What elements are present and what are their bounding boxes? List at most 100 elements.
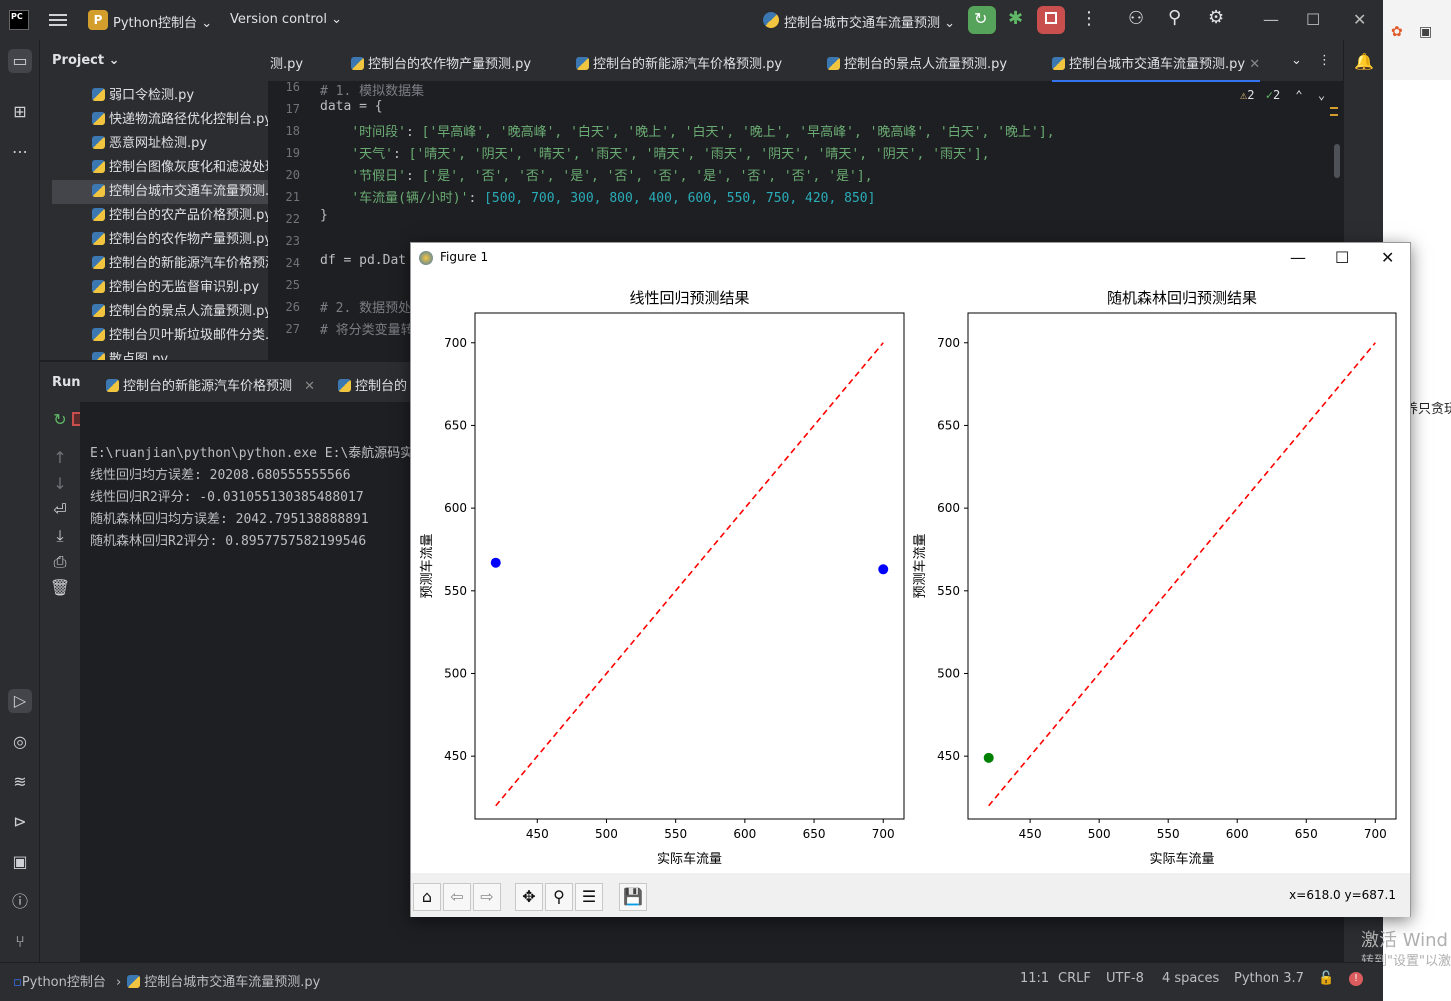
breadcrumb[interactable]: ▫Python控制台 › 控制台城市交通车流量预测.py — [13, 971, 320, 990]
more-tools-icon[interactable]: ⋯ — [8, 140, 32, 164]
back-icon[interactable]: ⇦ — [443, 883, 471, 911]
minimize-icon[interactable]: — — [1290, 248, 1306, 267]
python-interpreter[interactable]: Python 3.7 — [1234, 971, 1304, 986]
rerun-button[interactable]: ↻ — [968, 6, 996, 34]
file-tree-item[interactable]: 恶意网址检测.py — [52, 132, 268, 156]
add-user-icon[interactable]: ⚇ — [1128, 8, 1144, 29]
y-axis-label: 预测车流量 — [419, 533, 435, 598]
close-icon[interactable]: ✕ — [1381, 248, 1394, 267]
reader-icon[interactable]: ▣ — [1419, 24, 1432, 40]
problems-icon[interactable]: ⓘ — [8, 890, 32, 914]
left-tool-strip: ▭ ⊞ ⋯ ▷ ◎ ≋ ⊳ ▣ ⓘ ⑂ — [0, 40, 40, 962]
figure-canvas[interactable]: 线性回归预测结果实际车流量 预测车流量 450 500 550 600 650 700 450 5… — [411, 273, 1410, 873]
file-tree-item[interactable]: 控制台的景点人流量预测.py — [52, 300, 268, 324]
console-line: E:\ruanjian\python\python.exe E:\泰航源码实 — [90, 446, 414, 461]
close-tab-icon[interactable]: ✕ — [1249, 57, 1260, 72]
console-line: 随机森林回归R2评分: 0.8957757582199546 — [90, 534, 367, 549]
vcs-dropdown[interactable]: Version control ⌄ — [230, 12, 342, 27]
layers-icon[interactable]: ≋ — [8, 770, 32, 794]
indent-setting[interactable]: 4 spaces — [1162, 971, 1219, 986]
file-tree-label: 控制台的农产品价格预测.py — [109, 208, 268, 223]
file-tree-item[interactable]: 散点图.py — [52, 348, 268, 360]
scroll-to-end-icon[interactable]: ⤓ — [48, 524, 72, 548]
maximize-icon[interactable]: ☐ — [1306, 10, 1320, 29]
run-config-dropdown[interactable]: 控制台城市交通车流量预测 ⌄ — [784, 12, 955, 31]
caret-position[interactable]: 11:1 — [1020, 971, 1049, 986]
soft-wrap-icon[interactable]: ⏎ — [48, 498, 72, 522]
editor-tab[interactable]: 控制台的农作物产量预测.py — [351, 53, 531, 72]
file-tree-item[interactable]: 控制台的无监督审识别.py — [52, 276, 268, 300]
run-tab[interactable]: 控制台的 — [338, 375, 407, 394]
chart-1: 线性回归预测结果实际车流量 预测车流量 450 500 550 600 650 700 450 5… — [419, 289, 905, 867]
file-tree-item[interactable]: 控制台的新能源汽车价格预测.py — [52, 252, 268, 276]
file-tree-item[interactable]: 快递物流路径优化控制台.py — [52, 108, 268, 132]
notifications-bell-icon[interactable]: 🔔 — [1352, 50, 1376, 74]
git-icon[interactable]: ⑂ — [8, 930, 32, 954]
project-panel-title[interactable]: Project ⌄ — [52, 53, 120, 68]
maximize-icon[interactable]: ☐ — [1335, 248, 1349, 267]
more-actions-icon[interactable]: ⋮ — [1080, 8, 1098, 29]
extension-icon[interactable]: ✿ — [1391, 24, 1403, 40]
close-icon[interactable]: ✕ — [1353, 10, 1366, 29]
file-tree-item[interactable]: 控制台城市交通车流量预测.py — [52, 180, 268, 204]
main-menu-icon[interactable] — [49, 11, 67, 29]
forward-icon[interactable]: ⇨ — [473, 883, 501, 911]
code-line: data = { — [320, 99, 383, 114]
save-icon[interactable]: 💾 — [619, 883, 647, 911]
close-tab-icon[interactable]: ✕ — [304, 379, 315, 394]
search-icon[interactable]: ⚲ — [1168, 7, 1181, 28]
inspection-widget[interactable]: ⚠2 ✓2 ⌃ ⌄ — [1240, 88, 1325, 102]
file-tree-item[interactable]: 控制台的农作物产量预测.py — [52, 228, 268, 252]
trash-icon[interactable]: 🗑 — [48, 576, 72, 600]
y-tick-label: 600 — [444, 501, 467, 515]
editor-tab-active[interactable]: 控制台城市交通车流量预测.py ✕ — [1052, 53, 1261, 83]
y-axis-label: 预测车流量 — [912, 533, 928, 598]
pan-icon[interactable]: ✥ — [515, 883, 543, 911]
x-tick-label: 550 — [1157, 827, 1180, 841]
project-folder-icon[interactable]: ▭ — [8, 49, 32, 73]
activation-watermark: 激活 Wind — [1361, 930, 1448, 951]
project-badge[interactable]: P — [88, 10, 108, 30]
editor-scrollbar[interactable] — [1334, 144, 1340, 178]
x-tick-label: 550 — [664, 827, 687, 841]
code-line: '时间段': ['早高峰', '晚高峰', '白天', '晚上', '白天', … — [351, 125, 1055, 140]
file-tree-label: 控制台的农作物产量预测.py — [109, 232, 268, 247]
lock-icon[interactable]: 🔓 — [1318, 971, 1334, 986]
structure-icon[interactable]: ⊞ — [8, 100, 32, 124]
services-icon[interactable]: ⊳ — [8, 810, 32, 834]
project-name-dropdown[interactable]: Python控制台 ⌄ — [113, 12, 212, 31]
code-line: # 2. 数据预处 — [320, 301, 412, 316]
check-icon: ✓ — [1265, 88, 1273, 102]
tab-more-icon[interactable]: ⋮ — [1318, 53, 1331, 68]
editor-tab[interactable]: 控制台的新能源汽车价格预测.py — [576, 53, 782, 72]
settings-gear-icon[interactable]: ⚙ — [1208, 7, 1224, 28]
editor-tab[interactable]: 控制台的景点人流量预测.py — [827, 53, 1007, 72]
file-tree-item[interactable]: 控制台贝叶斯垃圾邮件分类.py — [52, 324, 268, 348]
run-tool-icon[interactable]: ▷ — [8, 689, 32, 713]
python-file-icon — [827, 57, 840, 70]
home-icon[interactable]: ⌂ — [413, 883, 441, 911]
python-file-icon — [92, 208, 105, 221]
rerun-icon[interactable]: ↻ — [48, 408, 72, 432]
python-console-icon[interactable]: ◎ — [8, 730, 32, 754]
minimize-icon[interactable]: — — [1263, 10, 1279, 29]
run-tab[interactable]: 控制台的新能源汽车价格预测 ✕ — [106, 375, 315, 394]
debug-icon[interactable]: ✱ — [1008, 8, 1023, 29]
line-separator[interactable]: CRLF — [1058, 971, 1091, 986]
print-icon[interactable]: ⎙ — [48, 550, 72, 574]
x-tick-label: 600 — [1226, 827, 1249, 841]
file-tree-item[interactable]: 控制台的农产品价格预测.py — [52, 204, 268, 228]
scroll-up-icon[interactable]: ↑ — [48, 446, 72, 470]
file-tree-item[interactable]: 弱口令检测.py — [52, 84, 268, 108]
editor-tab[interactable]: 测.py — [270, 53, 303, 72]
file-tree-item[interactable]: 控制台图像灰度化和滤波处理.py — [52, 156, 268, 180]
error-icon[interactable]: ! — [1349, 972, 1363, 986]
scroll-down-icon[interactable]: ↓ — [48, 472, 72, 496]
zoom-icon[interactable]: ⚲ — [545, 883, 573, 911]
stop-button[interactable] — [1037, 6, 1065, 34]
tab-list-chevron-icon[interactable]: ⌄ — [1291, 53, 1302, 68]
terminal-icon[interactable]: ▣ — [8, 850, 32, 874]
x-tick-label: 450 — [1019, 827, 1042, 841]
configure-icon[interactable]: ☰ — [575, 883, 603, 911]
file-encoding[interactable]: UTF-8 — [1106, 971, 1144, 986]
